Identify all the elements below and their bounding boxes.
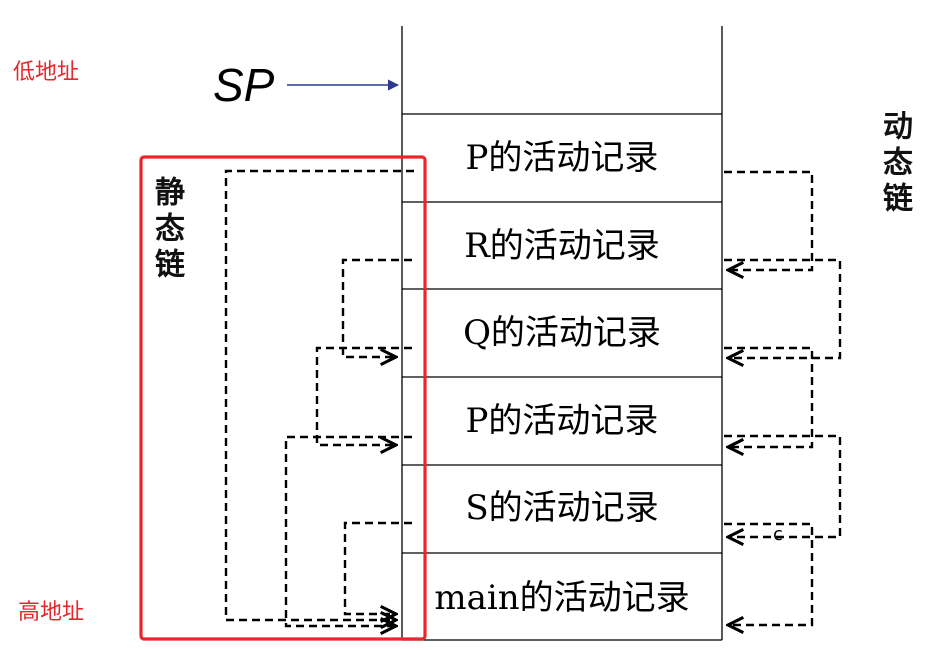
frame-label-p-2: P的活动记录: [465, 401, 659, 441]
static-chain-links: [224, 169, 414, 626]
frame-label-s: S的活动记录: [465, 488, 659, 528]
static-link-p-to-main: [224, 169, 414, 620]
dynamic-chain-label: 动态链: [877, 110, 912, 218]
dynamic-link-q-to-p: [724, 346, 814, 447]
low-address-label: 低地址: [13, 60, 80, 85]
stray-mark-label: c: [773, 524, 783, 545]
dynamic-link-p-to-r: [724, 170, 814, 270]
static-link-p-to-main-2: [284, 435, 412, 626]
frame-label-main: main的活动记录: [434, 578, 690, 618]
static-chain-label: 静态链: [149, 176, 184, 284]
frame-label-p: P的活动记录: [465, 138, 659, 178]
dynamic-link-s-to-main: [724, 522, 814, 625]
frame-label-q: Q的活动记录: [463, 313, 661, 353]
frame-label-r: R的活动记录: [464, 226, 660, 266]
high-address-label: 高地址: [18, 600, 85, 625]
sp-label: SP: [213, 59, 275, 111]
static-link-q-to-p: [315, 346, 412, 445]
dynamic-chain-links: [724, 170, 842, 625]
dynamic-link-p-to-s: [724, 434, 842, 537]
dynamic-link-r-to-q: [724, 258, 842, 358]
